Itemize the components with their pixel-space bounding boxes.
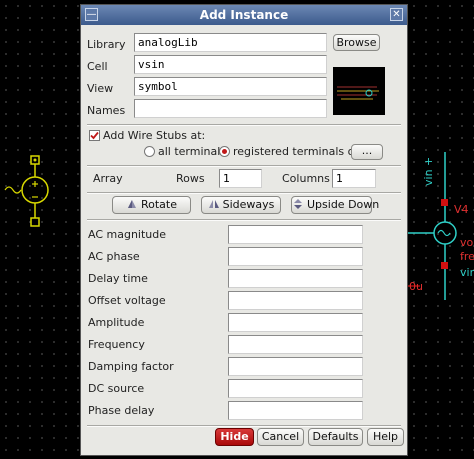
names-label: Names (87, 104, 126, 117)
symbol-preview (333, 67, 385, 115)
parameter-label: DC source (88, 382, 145, 395)
names-field[interactable] (134, 99, 327, 118)
separator (87, 219, 401, 221)
separator (87, 425, 401, 427)
library-label: Library (87, 38, 126, 51)
cell-label: Cell (87, 60, 108, 73)
close-button[interactable]: ✕ (390, 8, 403, 21)
left-vsin-symbol (4, 155, 49, 227)
columns-label: Columns (282, 172, 330, 185)
param-label-fre: fre (460, 250, 474, 263)
library-field[interactable]: analogLib (134, 33, 327, 52)
wire-stubs-options-button[interactable]: ... (351, 144, 383, 160)
param-label-vo: vo (460, 236, 474, 249)
parameter-field[interactable] (228, 335, 363, 354)
parameter-label: Amplitude (88, 316, 145, 329)
parameter-label: Phase delay (88, 404, 155, 417)
parameter-label: Frequency (88, 338, 145, 351)
add-instance-dialog: — Add Instance ✕ Library analogLib Brows… (80, 4, 408, 456)
symbol-preview-icon (337, 86, 379, 100)
dialog-title: Add Instance (199, 8, 289, 22)
rows-label: Rows (176, 172, 205, 185)
wire-stubs-label: Add Wire Stubs at: (103, 129, 206, 142)
rotate-button[interactable]: Rotate (112, 196, 191, 214)
separator (87, 124, 401, 126)
sideways-label: Sideways (222, 198, 275, 211)
parameter-field[interactable] (228, 313, 363, 332)
sideways-button[interactable]: Sideways (201, 196, 281, 214)
parameter-label: AC magnitude (88, 228, 167, 241)
parameter-field[interactable] (228, 401, 363, 420)
title-bar[interactable]: — Add Instance ✕ (81, 5, 407, 25)
cell-field[interactable]: vsin (134, 55, 327, 74)
wire-stubs-checkbox[interactable] (89, 130, 100, 141)
columns-field[interactable]: 1 (332, 169, 376, 188)
parameter-label: AC phase (88, 250, 140, 263)
all-terminals-label: all terminals (158, 145, 227, 158)
upside-down-label: Upside Down (307, 198, 380, 211)
parameter-field[interactable] (228, 269, 363, 288)
net-label-vin: vin (460, 266, 474, 279)
rotate-label: Rotate (140, 198, 177, 211)
instance-label-v4: V4 (454, 203, 469, 216)
upside-down-icon (294, 199, 302, 209)
value-label-u: 0u (409, 280, 423, 293)
radio-registered-terminals[interactable] (219, 146, 230, 157)
view-label: View (87, 82, 114, 95)
array-label: Array (93, 172, 123, 185)
rows-field[interactable]: 1 (219, 169, 262, 188)
cancel-button[interactable]: Cancel (257, 428, 304, 446)
hide-button[interactable]: Hide (215, 428, 254, 446)
radio-all-terminals[interactable] (144, 146, 155, 157)
parameter-label: Offset voltage (88, 294, 166, 307)
separator (87, 165, 401, 167)
browse-button[interactable]: Browse (333, 34, 380, 51)
separator (87, 192, 401, 194)
defaults-button[interactable]: Defaults (308, 428, 363, 446)
parameter-field[interactable] (228, 225, 363, 244)
radio-selected-dot (222, 149, 227, 154)
upside-down-button[interactable]: Upside Down (291, 196, 379, 214)
parameter-label: Damping factor (88, 360, 174, 373)
parameter-field[interactable] (228, 247, 363, 266)
parameter-field[interactable] (228, 291, 363, 310)
checkmark-icon (90, 131, 99, 140)
parameter-field[interactable] (228, 357, 363, 376)
rotate-icon (127, 200, 136, 208)
parameter-label: Delay time (88, 272, 148, 285)
help-button[interactable]: Help (367, 428, 404, 446)
sideways-icon (208, 200, 219, 208)
view-field[interactable]: symbol (134, 77, 327, 96)
net-label-vin-plus: vin + (422, 156, 435, 186)
parameter-field[interactable] (228, 379, 363, 398)
